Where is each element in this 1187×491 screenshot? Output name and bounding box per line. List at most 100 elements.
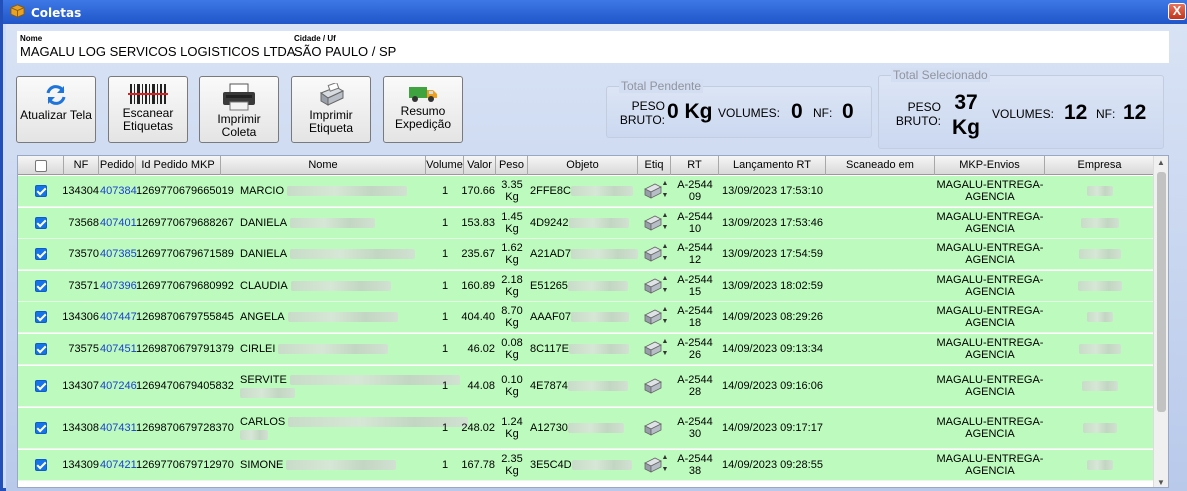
- scroll-down-icon[interactable]: ▼: [1157, 478, 1165, 487]
- resumo-expedicao-button[interactable]: Resumo Expedição: [383, 76, 463, 143]
- imprimir-etiqueta-button[interactable]: Imprimir Etiqueta: [291, 76, 371, 143]
- cell-etiq[interactable]: ▲ ▼: [640, 271, 671, 301]
- label-printer-icon[interactable]: ▲ ▼: [642, 336, 670, 362]
- close-button[interactable]: X: [1168, 3, 1186, 20]
- etiq-spinner[interactable]: ▲ ▼: [661, 336, 670, 362]
- cell-pedido-link[interactable]: 407246: [100, 366, 137, 406]
- pedido-link-text[interactable]: 407431: [100, 422, 137, 434]
- etiq-spinner[interactable]: ▲ ▼: [661, 210, 670, 236]
- etiq-spinner[interactable]: ▲ ▼: [661, 273, 670, 299]
- escanear-etiquetas-button[interactable]: Escanear Etiquetas: [108, 76, 188, 143]
- cell-etiq[interactable]: [640, 366, 671, 406]
- checkbox-checked-icon[interactable]: [35, 380, 47, 392]
- cell-pedido-link[interactable]: 407447: [100, 302, 137, 332]
- cell-pedido-link[interactable]: 407431: [100, 408, 137, 448]
- cell-pedido-link[interactable]: 407385: [100, 239, 137, 269]
- col-valor[interactable]: Valor: [464, 156, 496, 175]
- table-row[interactable]: 73575 407451 1269870679791379 CIRLEI 1 46.02 0…: [18, 334, 1154, 365]
- cell-volume: 1: [441, 280, 449, 292]
- cell-pedido-link[interactable]: 407401: [100, 208, 137, 238]
- checkbox-checked-icon[interactable]: [35, 248, 47, 260]
- pendente-peso-value: 0 Kg: [667, 100, 713, 123]
- row-checkbox[interactable]: [18, 450, 64, 480]
- label-printer-icon[interactable]: ▲ ▼: [642, 273, 670, 299]
- row-checkbox[interactable]: [18, 208, 64, 238]
- row-checkbox[interactable]: [18, 366, 64, 406]
- cell-etiq[interactable]: ▲ ▼: [640, 450, 671, 480]
- row-checkbox[interactable]: [18, 302, 64, 332]
- cell-pedido-link[interactable]: 407384: [100, 176, 137, 206]
- resumo-label: Resumo Expedição: [394, 104, 452, 131]
- checkbox-checked-icon[interactable]: [35, 311, 47, 323]
- pedido-link-text[interactable]: 407451: [100, 343, 137, 355]
- col-volume[interactable]: Volume: [426, 156, 464, 175]
- imprimir-coleta-button[interactable]: Imprimir Coleta: [199, 76, 279, 143]
- col-peso[interactable]: Peso: [496, 156, 528, 175]
- etiq-spinner[interactable]: ▲ ▼: [661, 304, 670, 330]
- label-printer-icon[interactable]: [642, 373, 670, 399]
- cell-etiq[interactable]: ▲ ▼: [640, 208, 671, 238]
- table-row[interactable]: 134307 407246 1269470679405832 SERVITE 1 44.0…: [18, 366, 1154, 407]
- pedido-link-text[interactable]: 407447: [100, 311, 137, 323]
- row-checkbox[interactable]: [18, 408, 64, 448]
- etiq-spinner[interactable]: ▲ ▼: [661, 241, 670, 267]
- col-etiq[interactable]: Etiq: [638, 156, 671, 175]
- vertical-scrollbar[interactable]: ▲ ▼: [1153, 156, 1168, 487]
- cell-etiq[interactable]: ▲ ▼: [640, 302, 671, 332]
- col-nome[interactable]: Nome: [221, 156, 426, 175]
- row-checkbox[interactable]: [18, 334, 64, 364]
- checkbox-checked-icon[interactable]: [35, 280, 47, 292]
- col-scaneado[interactable]: Scaneado em: [826, 156, 935, 175]
- checkbox-checked-icon[interactable]: [35, 217, 47, 229]
- label-printer-icon[interactable]: ▲ ▼: [642, 210, 670, 236]
- table-row[interactable]: 134304 407384 1269770679665019 MARCIO 1 170.6…: [18, 176, 1154, 207]
- cell-objeto: 3E5C4D: [530, 450, 638, 480]
- checkbox-checked-icon[interactable]: [35, 185, 47, 197]
- scrollbar-thumb[interactable]: [1157, 172, 1166, 412]
- col-lancamento[interactable]: Lançamento RT: [719, 156, 826, 175]
- pedido-link-text[interactable]: 407396: [100, 280, 137, 292]
- col-rt[interactable]: RT: [671, 156, 719, 175]
- pedido-link-text[interactable]: 407385: [100, 248, 137, 260]
- cell-pedido-link[interactable]: 407451: [100, 334, 137, 364]
- col-pedido[interactable]: Pedido: [99, 156, 136, 175]
- pedido-link-text[interactable]: 407384: [100, 185, 137, 197]
- checkbox-checked-icon[interactable]: [35, 343, 47, 355]
- select-all-checkbox[interactable]: [18, 156, 64, 175]
- checkbox-checked-icon[interactable]: [35, 422, 47, 434]
- cell-etiq[interactable]: ▲ ▼: [640, 239, 671, 269]
- etiq-spinner[interactable]: ▲ ▼: [661, 452, 670, 478]
- pedido-link-text[interactable]: 407401: [100, 217, 137, 229]
- atualizar-tela-button[interactable]: Atualizar Tela: [16, 76, 96, 143]
- row-checkbox[interactable]: [18, 176, 64, 206]
- label-printer-icon[interactable]: ▲ ▼: [642, 241, 670, 267]
- cell-pedido-link[interactable]: 407421: [100, 450, 137, 480]
- checkbox-checked-icon[interactable]: [35, 459, 47, 471]
- table-row[interactable]: 134306 407447 1269870679755845 ANGELA 1 404.4…: [18, 302, 1154, 333]
- table-row[interactable]: 73568 407401 1269770679688267 DANIELA 1 153.8…: [18, 208, 1154, 239]
- label-printer-icon[interactable]: ▲ ▼: [642, 452, 670, 478]
- col-id-mkp[interactable]: Id Pedido MKP: [136, 156, 221, 175]
- cell-etiq[interactable]: [640, 408, 671, 448]
- label-printer-icon[interactable]: [642, 415, 670, 441]
- cell-pedido-link[interactable]: 407396: [100, 271, 137, 301]
- table-row[interactable]: 134309 407421 1269770679712970 SIMONE 1 167.7…: [18, 450, 1154, 481]
- table-row[interactable]: 134308 407431 1269870679728370 CARLOS 1 248.0…: [18, 408, 1154, 449]
- row-checkbox[interactable]: [18, 239, 64, 269]
- cell-etiq[interactable]: ▲ ▼: [640, 176, 671, 206]
- table-row[interactable]: 73570 407385 1269770679671589 DANIELA 1 235.6…: [18, 239, 1154, 270]
- cell-etiq[interactable]: ▲ ▼: [640, 334, 671, 364]
- pedido-link-text[interactable]: 407421: [100, 459, 137, 471]
- col-mkp-envios[interactable]: MKP-Envios: [935, 156, 1045, 175]
- row-checkbox[interactable]: [18, 271, 64, 301]
- label-printer-icon[interactable]: ▲ ▼: [642, 304, 670, 330]
- table-row[interactable]: 73571 407396 1269770679680992 CLAUDIA 1 160.8…: [18, 271, 1154, 302]
- pedido-link-text[interactable]: 407246: [100, 380, 137, 392]
- col-empresa[interactable]: Empresa: [1045, 156, 1155, 175]
- col-objeto[interactable]: Objeto: [528, 156, 638, 175]
- etiq-spinner[interactable]: ▲ ▼: [661, 178, 670, 204]
- label-printer-icon[interactable]: ▲ ▼: [642, 178, 670, 204]
- cell-nome: ANGELA: [240, 302, 426, 332]
- col-nf[interactable]: NF: [64, 156, 99, 175]
- scroll-up-icon[interactable]: ▲: [1157, 158, 1165, 167]
